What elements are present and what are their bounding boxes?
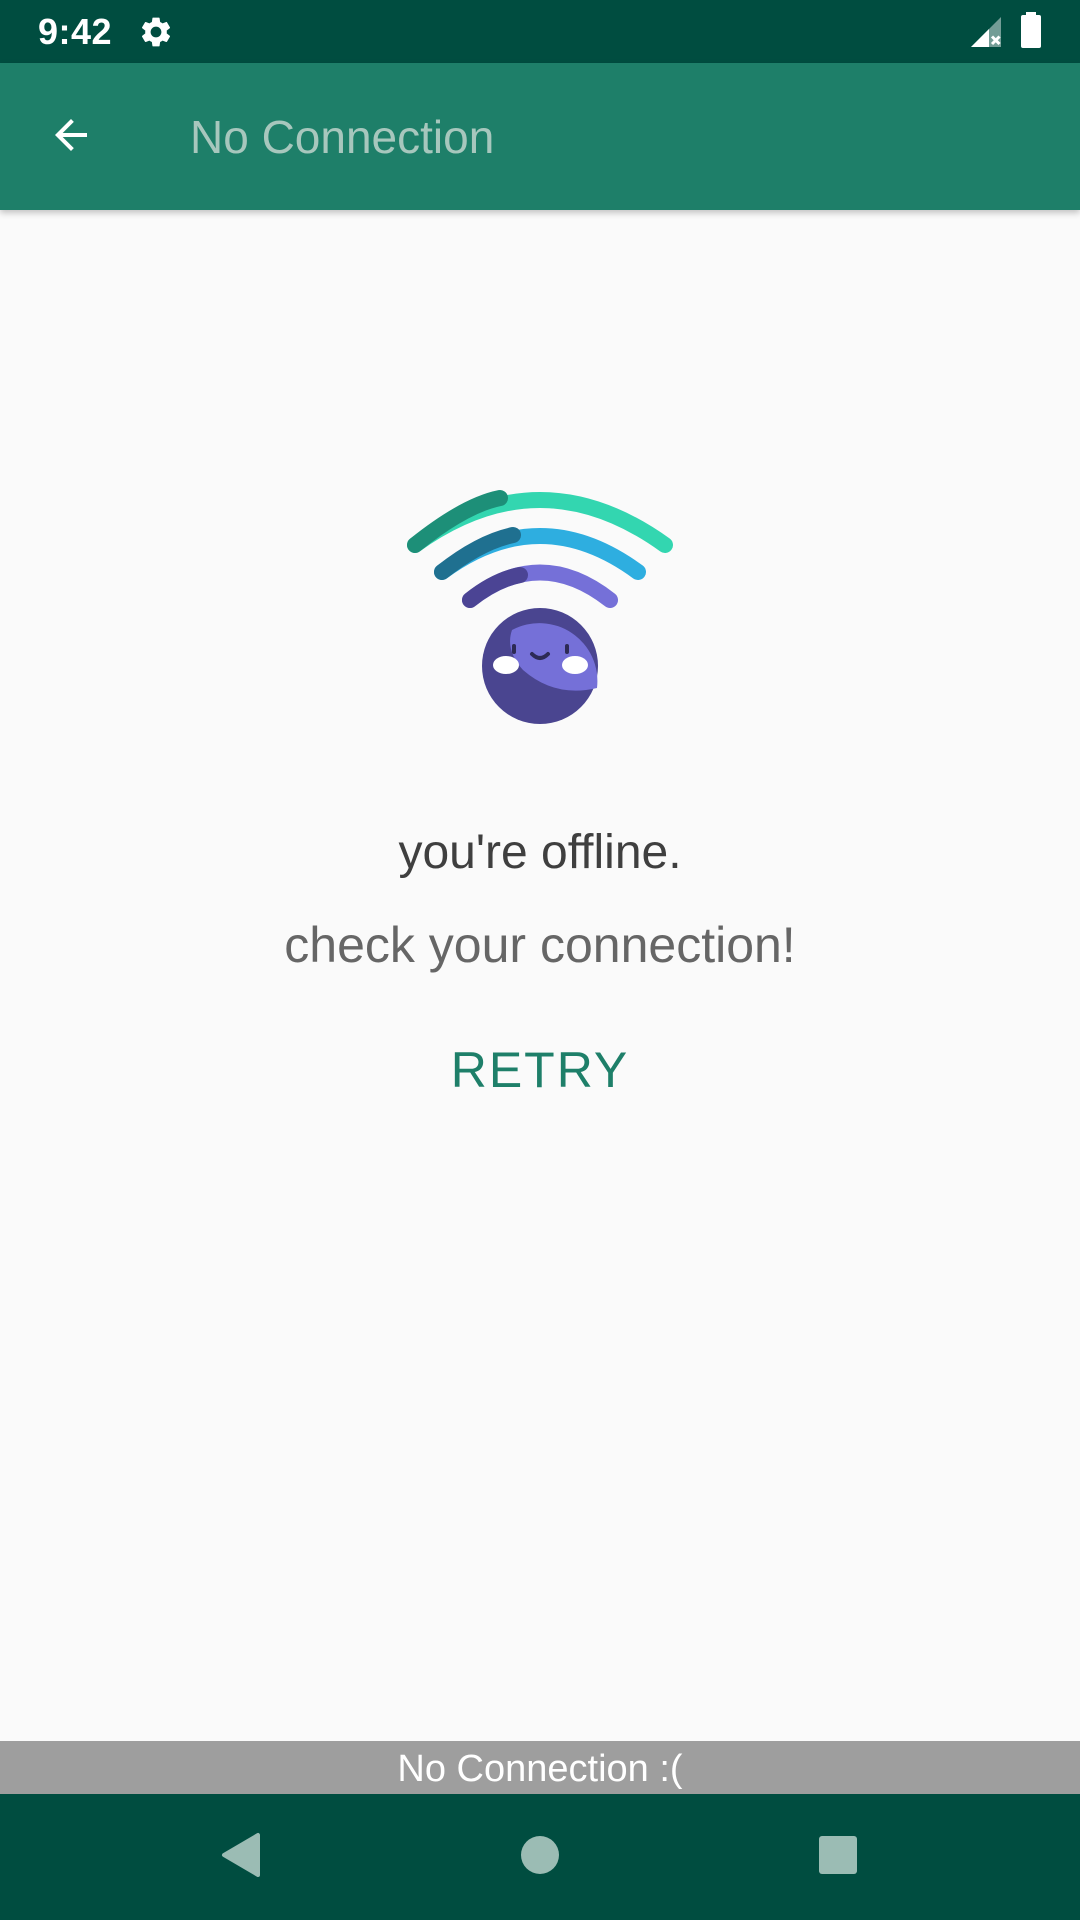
nav-back-icon bbox=[218, 1831, 262, 1884]
offline-message: you're offline. bbox=[398, 826, 682, 879]
arrow-back-icon bbox=[47, 111, 95, 164]
page-title: No Connection bbox=[190, 111, 495, 163]
back-button[interactable] bbox=[38, 104, 104, 170]
nav-recents-button[interactable] bbox=[804, 1823, 872, 1891]
retry-button[interactable]: RETRY bbox=[420, 1030, 660, 1110]
status-time: 9:42 bbox=[38, 11, 113, 52]
signal-no-data-icon bbox=[968, 14, 1004, 50]
nav-home-button[interactable] bbox=[506, 1823, 574, 1891]
gear-icon bbox=[138, 14, 174, 50]
screen: 9:42 No Connection you're offline. check… bbox=[0, 0, 1080, 1920]
snackbar: No Connection :( bbox=[0, 1741, 1080, 1794]
nav-recents-icon bbox=[818, 1835, 858, 1880]
check-connection-message: check your connection! bbox=[284, 917, 796, 973]
nav-home-icon bbox=[520, 1835, 560, 1880]
battery-icon bbox=[1020, 12, 1042, 48]
nav-back-button[interactable] bbox=[206, 1823, 274, 1891]
status-bar: 9:42 bbox=[0, 0, 1080, 63]
navigation-bar bbox=[0, 1794, 1080, 1920]
app-bar: No Connection bbox=[0, 63, 1080, 210]
offline-wifi-face-icon bbox=[395, 470, 685, 730]
